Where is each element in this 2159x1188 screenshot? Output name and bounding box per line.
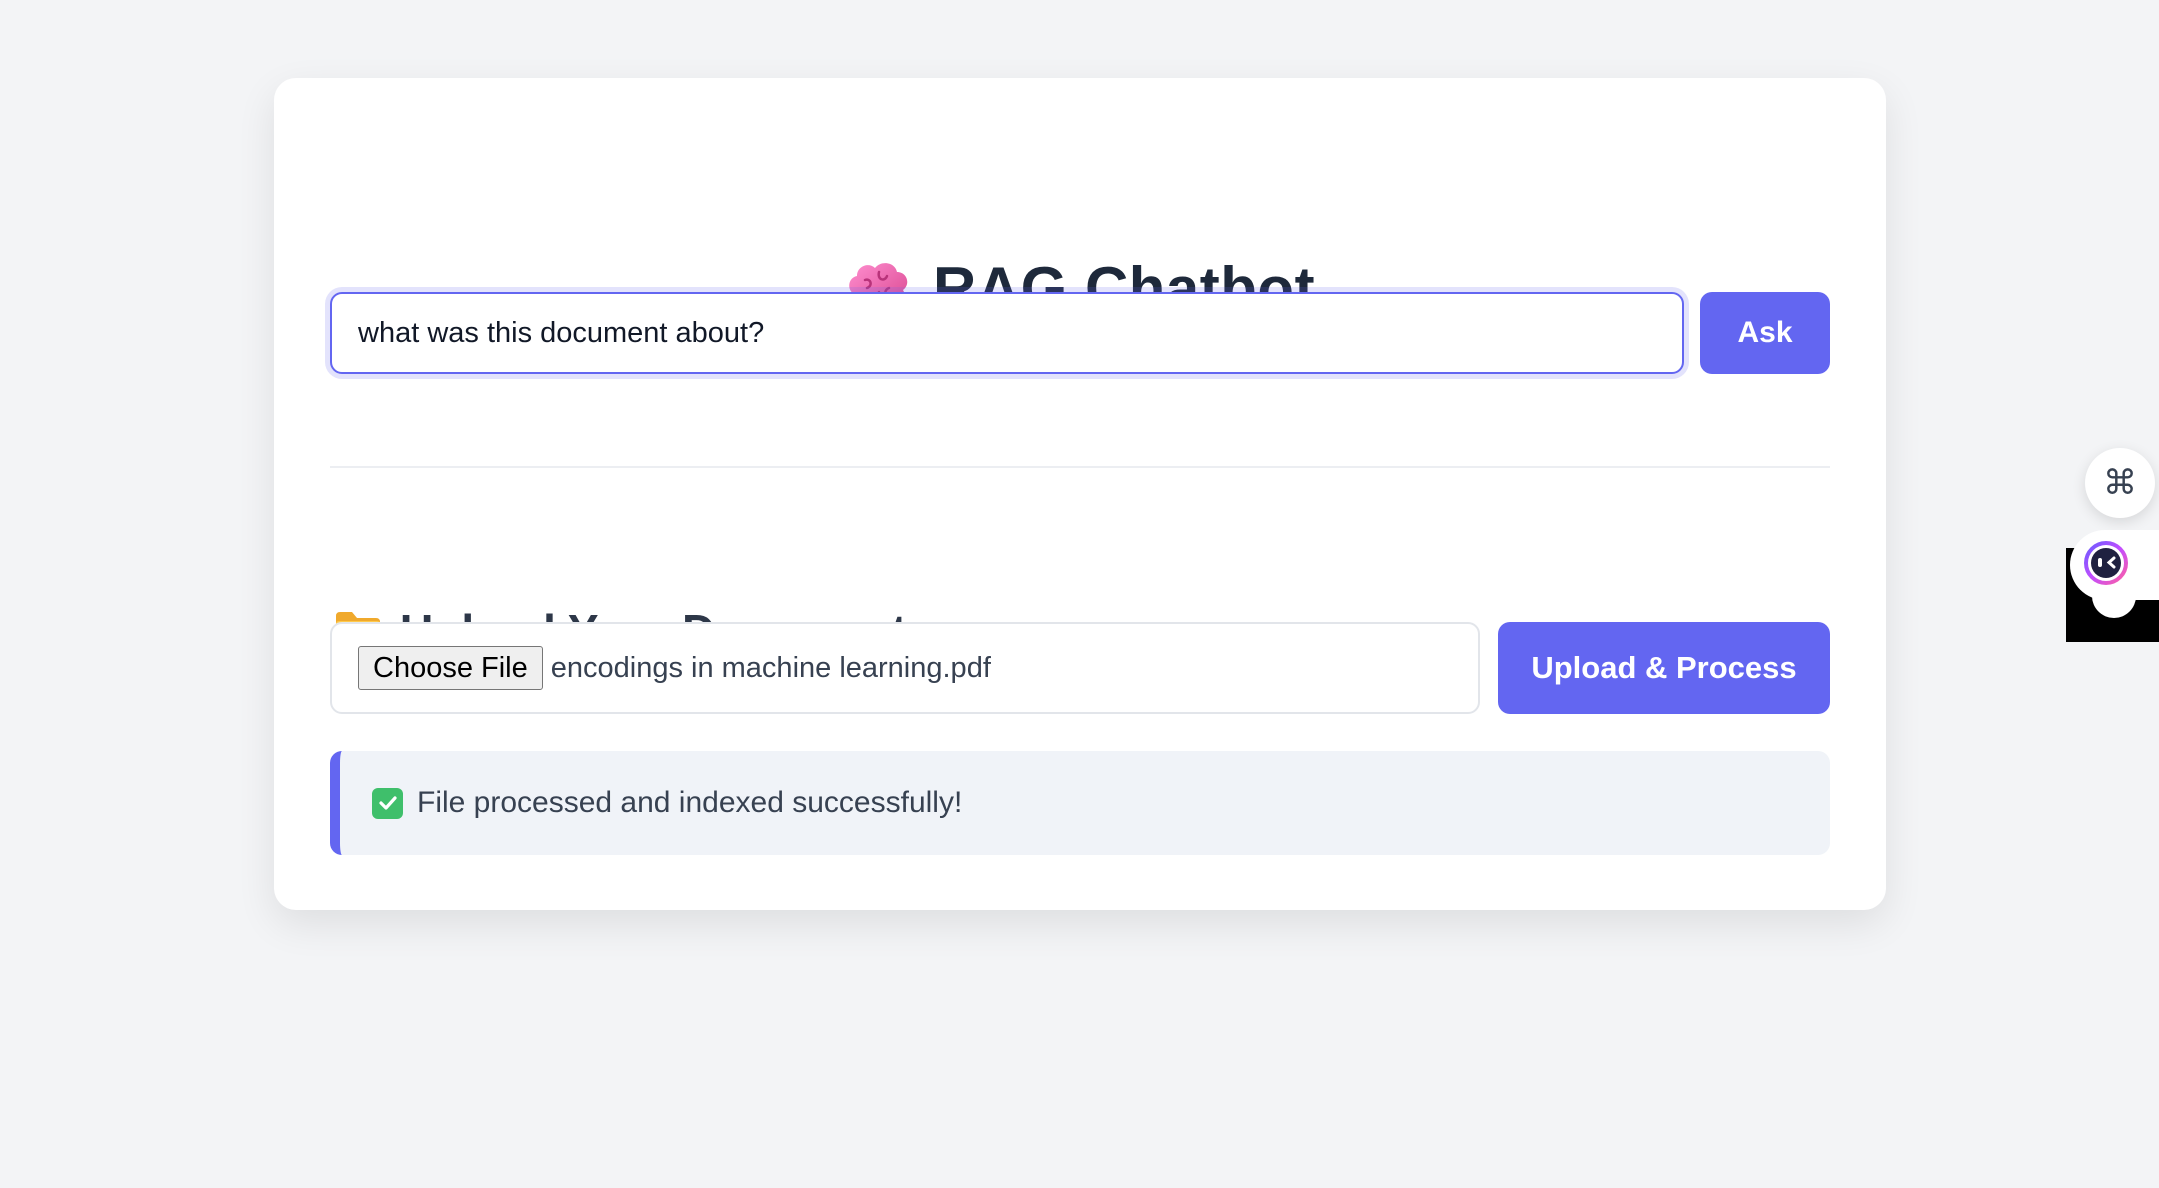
upload-row: Choose File encodings in machine learnin…	[330, 622, 1830, 714]
command-glyph: ⌘	[2103, 464, 2137, 502]
upload-process-button[interactable]: Upload & Process	[1498, 622, 1830, 714]
ask-button[interactable]: Ask	[1700, 292, 1830, 374]
assistant-face-icon	[2082, 539, 2130, 592]
status-message: File processed and indexed successfully!	[330, 751, 1830, 855]
command-icon[interactable]: ⌘	[2085, 448, 2155, 518]
main-card: RAG Chatbot Ask Upload Your Document Cho…	[274, 78, 1886, 910]
choose-file-button[interactable]: Choose File	[358, 646, 543, 690]
selected-file-name: encodings in machine learning.pdf	[550, 651, 991, 684]
status-text: File processed and indexed successfully!	[417, 786, 963, 819]
file-input[interactable]: Choose File encodings in machine learnin…	[330, 622, 1480, 714]
question-input[interactable]	[330, 292, 1684, 374]
ask-row: Ask	[330, 292, 1830, 374]
assistant-widget[interactable]	[2070, 530, 2159, 600]
check-icon	[372, 787, 403, 819]
section-divider	[330, 466, 1830, 468]
